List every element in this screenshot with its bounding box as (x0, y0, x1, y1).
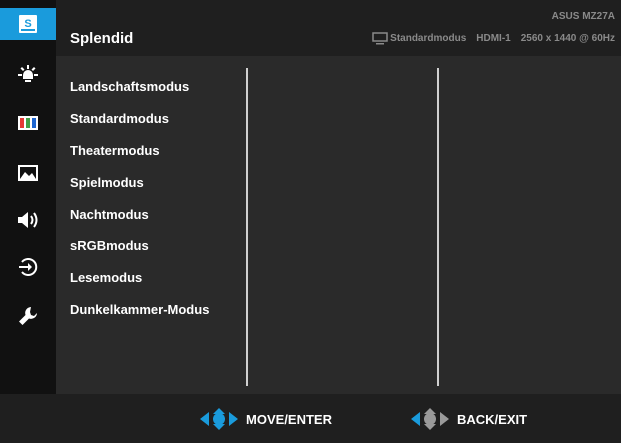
monitor-osd: S Splendid ASUS MZ27A Standardmodus HDMI… (0, 0, 621, 443)
color-bars-icon (18, 116, 38, 130)
status-input: HDMI-1 (476, 33, 511, 44)
menu-item-srgbmodus[interactable]: sRGBmodus (70, 238, 149, 254)
monitor-icon (372, 32, 388, 45)
move-enter-label: MOVE/ENTER (246, 411, 332, 427)
menu-item-theatermodus[interactable]: Theatermodus (70, 143, 160, 159)
sidebar-item-blue-light-filter[interactable] (0, 59, 56, 91)
status-mode: Standardmodus (372, 32, 466, 45)
four-way-navigation-icon (200, 408, 238, 430)
back-exit-label: BACK/EXIT (457, 411, 528, 427)
sidebar-item-system-setup[interactable] (0, 300, 56, 332)
sidebar: S (0, 0, 56, 443)
back-navigation-icon (411, 408, 449, 430)
blue-light-filter-icon (18, 65, 38, 82)
header: Splendid ASUS MZ27A Standardmodus HDMI-1… (56, 0, 621, 56)
input-select-icon (19, 258, 38, 276)
sidebar-item-color[interactable] (0, 107, 56, 139)
monitor-model: ASUS MZ27A (551, 11, 615, 22)
splendid-glyph: S (24, 18, 31, 30)
sidebar-item-input-select[interactable] (0, 251, 56, 283)
speaker-icon (18, 212, 38, 228)
column-divider (246, 68, 248, 386)
sidebar-item-sound[interactable] (0, 204, 56, 236)
menu-item-spielmodus[interactable]: Spielmodus (70, 175, 144, 191)
splendid-s-icon: S (19, 15, 37, 33)
page-title: Splendid (70, 30, 134, 47)
sidebar-item-splendid[interactable]: S (0, 8, 56, 40)
footer: MOVE/ENTER BACK/EXIT (0, 394, 621, 443)
sidebar-item-image[interactable] (0, 157, 56, 189)
status-resolution: 2560 x 1440 @ 60Hz (520, 33, 615, 44)
status-mode-label: Standardmodus (390, 33, 467, 44)
back-exit-hint[interactable]: BACK/EXIT (411, 408, 527, 430)
wrench-icon (19, 307, 37, 325)
splendid-menu-panel: Landschaftsmodus Standardmodus Theatermo… (56, 56, 621, 394)
menu-item-standardmodus[interactable]: Standardmodus (70, 111, 169, 127)
menu-item-landschaftsmodus[interactable]: Landschaftsmodus (70, 79, 189, 95)
image-landscape-icon (18, 165, 38, 181)
status-bar: Standardmodus HDMI-1 2560 x 1440 @ 60Hz (372, 32, 615, 45)
move-enter-hint[interactable]: MOVE/ENTER (200, 408, 332, 430)
column-divider (437, 68, 439, 386)
menu-item-dunkelkammer-modus[interactable]: Dunkelkammer-Modus (70, 302, 209, 318)
menu-item-lesemodus[interactable]: Lesemodus (70, 270, 142, 286)
menu-item-nachtmodus[interactable]: Nachtmodus (70, 207, 149, 223)
